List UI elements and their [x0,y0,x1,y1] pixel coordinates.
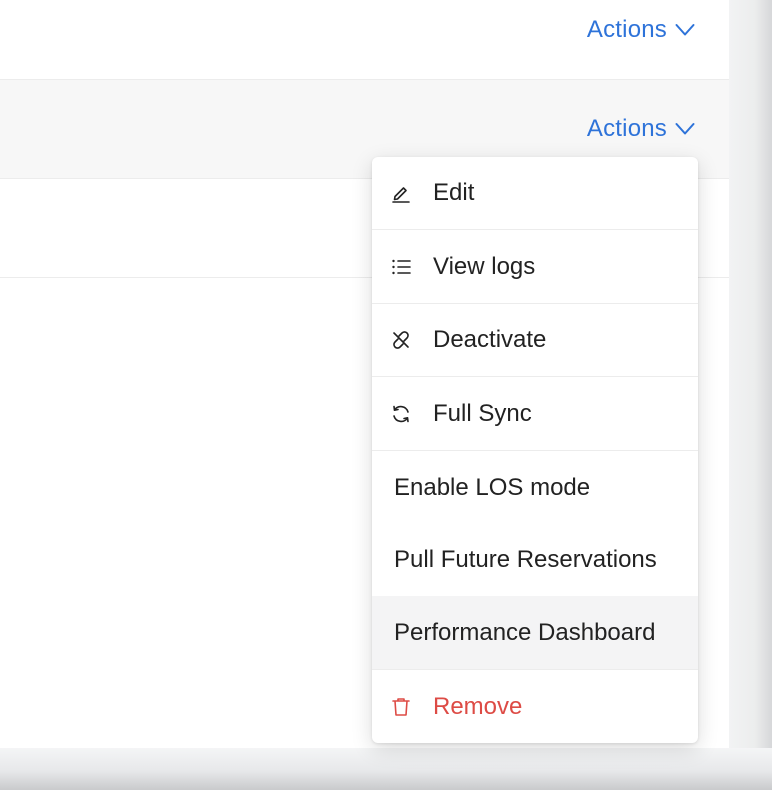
menu-item-label: Enable LOS mode [394,473,591,501]
menu-item-label: Performance Dashboard [394,618,656,646]
menu-item-full-sync[interactable]: Full Sync [372,377,698,451]
pencil-icon [372,182,412,204]
menu-item-remove[interactable]: Remove [372,670,698,743]
actions-menu: Edit View logs Deactivate Full Sync Enab… [372,157,698,743]
list-icon [372,256,412,278]
unlink-icon [372,329,412,351]
trash-icon [372,696,412,718]
actions-dropdown-button[interactable]: Actions [587,16,695,44]
right-gutter [729,0,772,790]
actions-label: Actions [586,115,667,142]
menu-item-pull-future-reservations[interactable]: Pull Future Reservations [372,524,698,596]
chevron-down-icon [675,23,695,37]
menu-item-label: Full Sync [433,399,532,427]
chevron-down-icon [675,122,695,136]
menu-item-label: Remove [433,692,523,720]
menu-item-view-logs[interactable]: View logs [372,230,698,304]
bottom-edge [0,748,772,790]
menu-item-label: Pull Future Reservations [394,546,657,573]
menu-item-enable-los-mode[interactable]: Enable LOS mode [372,451,698,524]
sync-icon [372,403,412,425]
menu-item-edit[interactable]: Edit [372,157,698,230]
actions-label: Actions [586,16,667,43]
menu-item-label: View logs [433,252,536,280]
menu-item-performance-dashboard[interactable]: Performance Dashboard [372,596,698,670]
table-row: Actions [0,0,729,80]
menu-item-label: Deactivate [433,326,547,353]
menu-item-deactivate[interactable]: Deactivate [372,304,698,377]
menu-item-label: Edit [433,179,475,206]
actions-dropdown-button[interactable]: Actions [587,115,695,143]
